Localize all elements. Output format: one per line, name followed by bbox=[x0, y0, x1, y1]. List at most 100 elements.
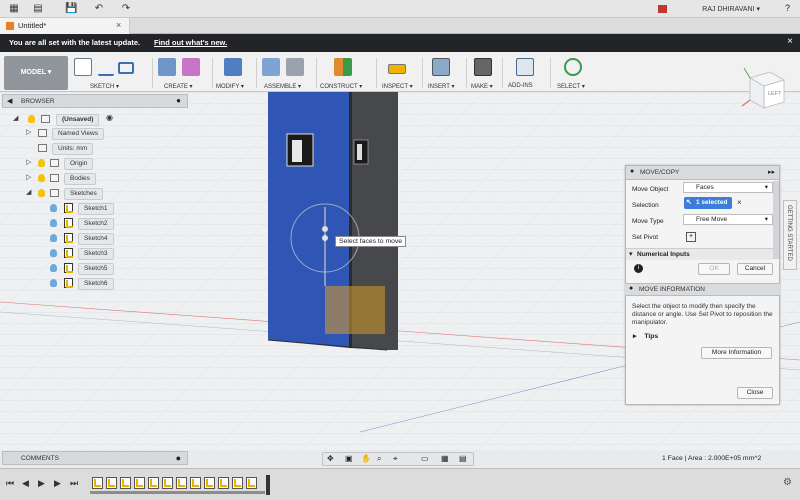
redo-icon[interactable]: ↷ bbox=[120, 3, 132, 15]
dialog-scrollbar[interactable] bbox=[773, 181, 779, 259]
extrude-icon[interactable] bbox=[158, 58, 176, 76]
timeline-feature[interactable] bbox=[218, 477, 229, 489]
move-copy-header[interactable]: ● MOVE/COPY ▸▸ bbox=[626, 166, 779, 180]
help-icon[interactable]: ? bbox=[785, 3, 790, 13]
measure-icon[interactable] bbox=[388, 64, 406, 74]
panel-toggle-icon[interactable]: ● bbox=[176, 453, 181, 463]
cancel-button[interactable]: Cancel bbox=[737, 263, 773, 275]
make-group[interactable]: MAKE ▾ bbox=[470, 56, 500, 92]
undo-icon[interactable]: ↶ bbox=[93, 3, 105, 15]
activate-icon[interactable]: ◉ bbox=[106, 113, 113, 122]
offset-plane-icon[interactable] bbox=[334, 58, 352, 76]
addins-group[interactable]: ADD-INS bbox=[506, 56, 546, 92]
app-grid-icon[interactable]: ▦ bbox=[8, 3, 20, 15]
zoom-icon[interactable]: ⌕ bbox=[377, 454, 381, 464]
go-to-end-icon[interactable]: ⏭ bbox=[70, 478, 78, 489]
file-menu-icon[interactable]: ▤ bbox=[32, 3, 44, 15]
visibility-bulb-icon[interactable] bbox=[50, 249, 57, 257]
selection-chip[interactable]: ↖ 1 selected bbox=[684, 197, 732, 209]
inspect-group[interactable]: INSPECT ▾ bbox=[380, 56, 420, 92]
timeline-feature[interactable] bbox=[162, 477, 173, 489]
sketch-item[interactable]: Sketch4 bbox=[10, 232, 120, 245]
visibility-bulb-icon[interactable] bbox=[50, 279, 57, 287]
expand-icon[interactable]: ◢ bbox=[13, 114, 18, 122]
pan-icon[interactable]: ✋ bbox=[361, 454, 371, 463]
grid-settings-icon[interactable]: ▦ bbox=[441, 454, 449, 463]
collapse-icon[interactable]: ● bbox=[629, 285, 633, 292]
3d-print-icon[interactable] bbox=[474, 58, 492, 76]
insert-image-icon[interactable] bbox=[432, 58, 450, 76]
visibility-bulb-icon[interactable] bbox=[38, 189, 45, 197]
browser-root-node[interactable]: ◢ (Unsaved) ◉ bbox=[10, 113, 120, 126]
collapse-icon[interactable]: ● bbox=[630, 168, 634, 175]
numerical-inputs-section[interactable]: ▾ Numerical Inputs bbox=[626, 248, 773, 260]
play-icon[interactable]: ▶ bbox=[38, 478, 45, 489]
view-cube[interactable]: LEFT bbox=[740, 66, 790, 114]
create-group[interactable]: CREATE ▾ bbox=[156, 56, 206, 92]
expand-icon[interactable]: ◢ bbox=[26, 188, 31, 196]
move-information-header[interactable]: ● MOVE INFORMATION bbox=[625, 283, 780, 296]
set-pivot-icon[interactable]: + bbox=[686, 232, 696, 242]
new-component-icon[interactable] bbox=[262, 58, 280, 76]
timeline-feature[interactable] bbox=[106, 477, 117, 489]
visibility-bulb-icon[interactable] bbox=[50, 234, 57, 242]
step-back-icon[interactable]: ◀ bbox=[22, 478, 29, 489]
form-icon[interactable] bbox=[182, 58, 200, 76]
line-icon[interactable] bbox=[98, 58, 114, 76]
joint-icon[interactable] bbox=[286, 58, 304, 76]
fit-icon[interactable]: ⌖ bbox=[393, 454, 398, 464]
timeline-feature[interactable] bbox=[232, 477, 243, 489]
go-to-start-icon[interactable]: ⏮ bbox=[6, 478, 14, 489]
gear-icon[interactable]: ⚙ bbox=[783, 477, 792, 488]
close-icon[interactable]: × bbox=[787, 36, 793, 47]
browser-bodies[interactable]: ▷ Bodies bbox=[10, 172, 120, 185]
comments-panel-header[interactable]: COMMENTS ● bbox=[2, 451, 188, 465]
timeline-feature[interactable] bbox=[176, 477, 187, 489]
tips-expand-icon[interactable]: ▸ bbox=[633, 333, 636, 340]
clear-selection-icon[interactable]: × bbox=[737, 198, 742, 207]
expand-panel-icon[interactable]: ▸▸ bbox=[768, 168, 775, 176]
whats-new-link[interactable]: Find out what's new. bbox=[154, 38, 227, 47]
sketch-item[interactable]: Sketch3 bbox=[10, 247, 120, 260]
timeline-feature[interactable] bbox=[134, 477, 145, 489]
visibility-bulb-icon[interactable] bbox=[50, 219, 57, 227]
browser-units[interactable]: Units: mm bbox=[10, 142, 120, 155]
sketch-item[interactable]: Sketch6 bbox=[10, 277, 120, 290]
insert-group[interactable]: INSERT ▾ bbox=[426, 56, 466, 92]
move-object-dropdown[interactable]: Faces ▾ bbox=[683, 182, 773, 193]
more-information-button[interactable]: More Information bbox=[701, 347, 772, 359]
browser-header[interactable]: ◀ BROWSER ● bbox=[2, 94, 188, 108]
timeline-feature[interactable] bbox=[204, 477, 215, 489]
visibility-bulb-icon[interactable] bbox=[50, 204, 57, 212]
rectangle-icon[interactable] bbox=[118, 62, 134, 74]
select-group[interactable]: SELECT ▾ bbox=[554, 56, 594, 92]
timeline-feature[interactable] bbox=[120, 477, 131, 489]
select-lasso-icon[interactable] bbox=[564, 58, 582, 76]
timeline-track[interactable] bbox=[90, 491, 265, 494]
timeline-feature[interactable] bbox=[148, 477, 159, 489]
sketch-item[interactable]: Sketch2 bbox=[10, 217, 120, 230]
visibility-bulb-icon[interactable] bbox=[38, 159, 45, 167]
workspace-switcher[interactable]: MODEL ▾ bbox=[4, 56, 68, 90]
save-icon[interactable]: 💾 bbox=[65, 3, 77, 15]
pivot-handle[interactable] bbox=[321, 225, 329, 233]
expand-icon[interactable]: ▷ bbox=[26, 158, 31, 166]
visibility-bulb-icon[interactable] bbox=[38, 174, 45, 182]
browser-origin[interactable]: ▷ Origin bbox=[10, 157, 120, 170]
construct-group[interactable]: CONSTRUCT ▾ bbox=[320, 56, 370, 92]
tips-section[interactable]: ▸ Tips bbox=[633, 332, 658, 340]
browser-named-views[interactable]: ▷ Named Views bbox=[10, 127, 120, 140]
info-icon[interactable]: i bbox=[634, 264, 643, 273]
sketch-item[interactable]: Sketch5 bbox=[10, 262, 120, 275]
look-at-icon[interactable]: ▣ bbox=[345, 454, 353, 463]
browser-sketches[interactable]: ◢ Sketches bbox=[10, 187, 120, 200]
expand-icon[interactable]: ▷ bbox=[26, 173, 31, 181]
manipulator-origin[interactable] bbox=[322, 235, 328, 241]
getting-started-tab[interactable]: GETTING STARTED bbox=[783, 200, 797, 270]
ok-button[interactable]: OK bbox=[698, 263, 730, 275]
sketch-item[interactable]: Sketch1 bbox=[10, 202, 120, 215]
sketch-create-icon[interactable] bbox=[74, 58, 92, 76]
timeline-marker[interactable] bbox=[266, 475, 270, 495]
assemble-group[interactable]: ASSEMBLE ▾ bbox=[262, 56, 312, 92]
step-forward-icon[interactable]: ▶ bbox=[54, 478, 61, 489]
